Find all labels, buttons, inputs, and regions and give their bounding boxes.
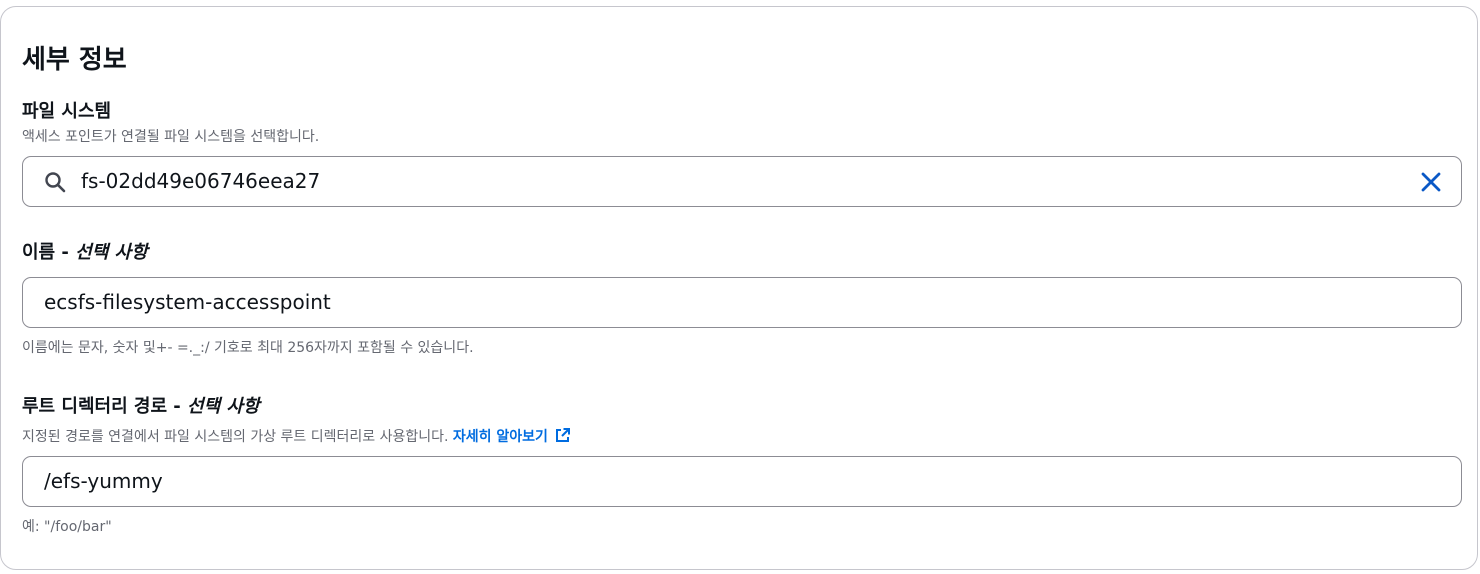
root-directory-description-row: 지정된 경로를 연결에서 파일 시스템의 가상 루트 디렉터리로 사용합니다. … [22, 427, 571, 447]
learn-more-link[interactable]: 자세히 알아보기 [453, 427, 571, 445]
section-title: 세부 정보 [22, 45, 127, 75]
root-directory-input[interactable]: /efs-yummy [22, 456, 1462, 507]
details-panel: 세부 정보 파일 시스템 액세스 포인트가 연결될 파일 시스템을 선택합니다.… [0, 6, 1478, 570]
name-value[interactable]: ecsfs-filesystem-accesspoint [44, 278, 331, 327]
root-directory-label: 루트 디렉터리 경로 - 선택 사항 [22, 394, 260, 420]
name-optional-text: 선택 사항 [75, 242, 148, 263]
search-icon [45, 172, 66, 193]
file-system-label: 파일 시스템 [22, 99, 111, 125]
name-label-text: 이름 - [22, 242, 69, 263]
name-input[interactable]: ecsfs-filesystem-accesspoint [22, 277, 1462, 328]
name-constraint-text: 이름에는 문자, 숫자 및+- =._:/ 기호로 최대 256자까지 포함될 … [22, 340, 474, 356]
file-system-value[interactable]: fs-02dd49e06746eea27 [81, 157, 320, 206]
name-label: 이름 - 선택 사항 [22, 240, 148, 266]
clear-icon[interactable] [1418, 169, 1444, 195]
root-directory-value[interactable]: /efs-yummy [44, 457, 163, 506]
root-directory-description: 지정된 경로를 연결에서 파일 시스템의 가상 루트 디렉터리로 사용합니다. [22, 429, 449, 445]
root-directory-label-text: 루트 디렉터리 경로 - [22, 396, 181, 417]
learn-more-label[interactable]: 자세히 알아보기 [453, 429, 548, 445]
file-system-description: 액세스 포인트가 연결될 파일 시스템을 선택합니다. [22, 129, 320, 145]
external-link-icon[interactable] [554, 427, 571, 444]
root-directory-optional-text: 선택 사항 [187, 396, 260, 417]
file-system-label-text: 파일 시스템 [22, 101, 112, 122]
file-system-search-input[interactable]: fs-02dd49e06746eea27 [22, 156, 1462, 207]
root-directory-example: 예: "/foo/bar" [22, 519, 112, 535]
